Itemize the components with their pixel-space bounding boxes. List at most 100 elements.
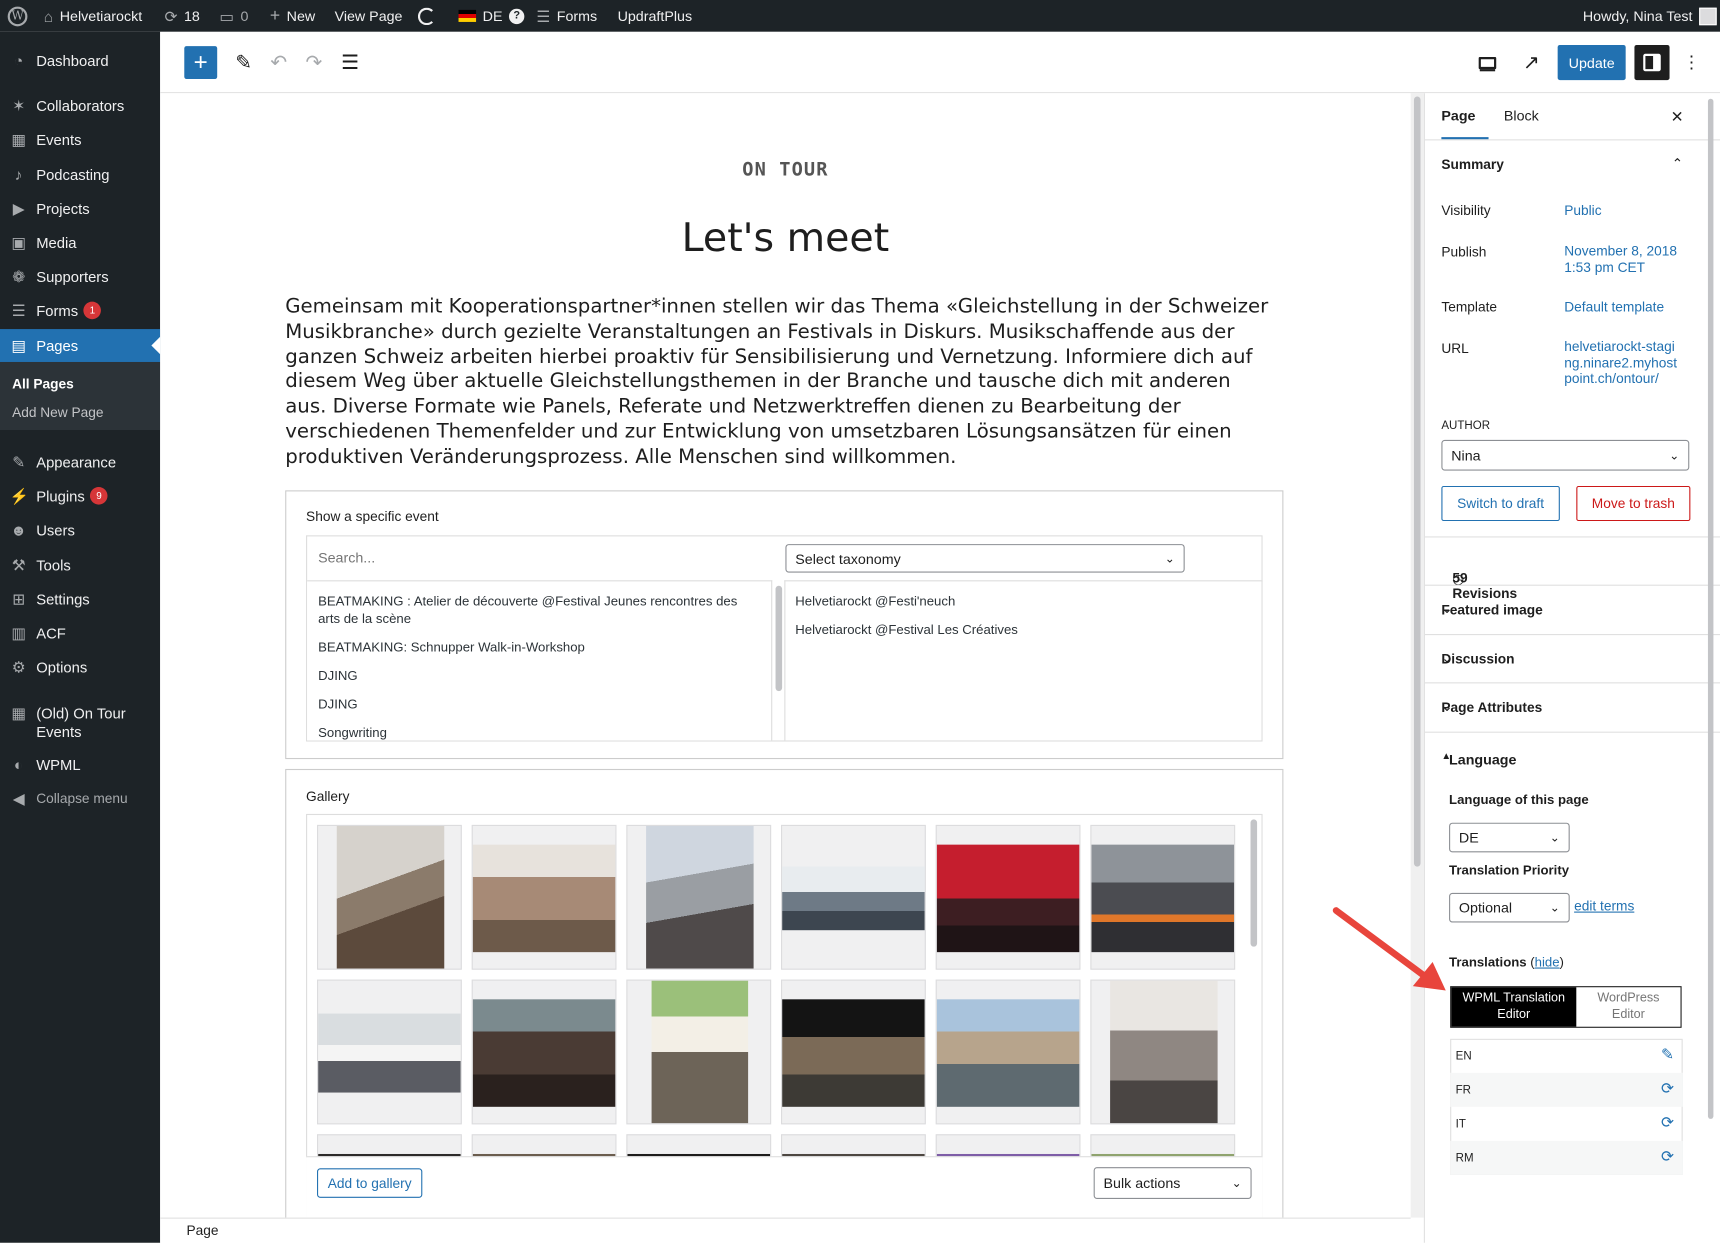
gallery-thumbnail[interactable] [317, 824, 462, 970]
gallery-block[interactable]: Gallery Add to gallery Bulk actions ⌄ [285, 768, 1284, 1218]
sidebar-item-forms[interactable]: ☰ Forms 1 [0, 294, 160, 327]
gallery-thumbnail[interactable] [781, 824, 926, 970]
updates-link[interactable]: ⟳ 18 [165, 0, 200, 32]
events-scrollbar[interactable] [775, 585, 783, 692]
sidebar-item-pages[interactable]: ▤ Pages [0, 329, 161, 362]
translation-row-en[interactable]: EN ✎ [1450, 1039, 1683, 1073]
gallery-thumbnail[interactable] [317, 979, 462, 1125]
submenu-add-new-page[interactable]: Add New Page [12, 405, 103, 420]
redo-button[interactable]: ↷ [301, 46, 327, 79]
preview-button[interactable] [1472, 46, 1503, 79]
list-item[interactable]: BEATMAKING: Schnupper Walk-in-Workshop [318, 638, 757, 656]
breadcrumb[interactable]: Page [186, 1223, 218, 1238]
edit-terms-link[interactable]: edit terms [1574, 898, 1634, 913]
gallery-thumbnail[interactable] [935, 979, 1081, 1125]
sidebar-item-acf[interactable]: ▥ ACF [0, 616, 160, 649]
visibility-value[interactable]: Public [1564, 203, 1601, 218]
triangle-up-icon[interactable]: ▲ [1441, 750, 1703, 761]
revisions-row[interactable]: ◷ 59 Revisions [1424, 536, 1720, 601]
author-select[interactable]: Nina ⌄ [1441, 439, 1690, 471]
seo-icon[interactable] [417, 0, 436, 32]
list-item[interactable]: DJING [318, 667, 757, 685]
wpml-translation-editor-button[interactable]: WPML Translation Editor [1451, 987, 1577, 1027]
sidebar-item-settings[interactable]: ⊞ Settings [0, 582, 160, 615]
sidebar-item-tools[interactable]: ⚒ Tools [0, 548, 160, 581]
bulk-actions-select[interactable]: Bulk actions ⌄ [1093, 1167, 1252, 1199]
view-page-link[interactable]: View Page [335, 0, 403, 32]
list-item[interactable]: DJING [318, 695, 757, 713]
sidebar-item-dashboard[interactable]: ◔ Dashboard [0, 44, 160, 77]
refresh-icon[interactable]: ⟳ [1661, 1113, 1674, 1132]
update-button[interactable]: Update [1557, 44, 1626, 81]
wordpress-logo-icon[interactable]: W [7, 0, 28, 32]
hide-translations-link[interactable]: hide [1535, 954, 1560, 969]
page-attributes-section[interactable]: Page Attributes ⌄ [1424, 682, 1720, 730]
event-selector-block[interactable]: Show a specific event Search... Select t… [285, 490, 1284, 760]
sidebar-item-appearance[interactable]: ✎ Appearance [0, 445, 160, 478]
sidebar-item-events[interactable]: ▦ Events [0, 123, 160, 156]
refresh-icon[interactable]: ⟳ [1661, 1079, 1674, 1098]
translation-priority-select[interactable]: Optional ⌄ [1449, 892, 1570, 923]
translation-row-fr[interactable]: FR ⟳ [1450, 1072, 1683, 1107]
translation-row-rm[interactable]: RM ⟳ [1450, 1140, 1683, 1175]
view-page-external-button[interactable]: ↗ [1516, 46, 1547, 79]
comments-link[interactable]: ▭ 0 [219, 0, 248, 32]
panel-scrollbar[interactable] [1707, 98, 1714, 1119]
sidebar-collapse-menu[interactable]: ◀ Collapse menu [0, 782, 160, 815]
sidebar-item-plugins[interactable]: ⚡ Plugins 9 [0, 479, 160, 512]
list-item[interactable]: BEATMAKING : Atelier de découverte @Fest… [318, 592, 757, 627]
intro-paragraph[interactable]: Gemeinsam mit Kooperationspartner*innen … [285, 295, 1272, 470]
sidebar-item-projects[interactable]: ▶ Projects [0, 192, 160, 225]
move-to-trash-button[interactable]: Move to trash [1576, 485, 1691, 522]
sidebar-item-collaborators[interactable]: ✶ Collaborators [0, 89, 160, 122]
sidebar-item-users[interactable]: ☻ Users [0, 513, 160, 546]
updraftplus-link[interactable]: UpdraftPlus [618, 0, 693, 32]
tab-block[interactable]: Block [1504, 108, 1539, 124]
add-block-button[interactable]: + [184, 46, 218, 79]
wordpress-editor-button[interactable]: WordPress Editor [1576, 987, 1680, 1026]
gallery-thumbnail[interactable] [626, 824, 772, 970]
refresh-icon[interactable]: ⟳ [1661, 1147, 1674, 1166]
language-switcher[interactable]: DE ? [458, 0, 525, 32]
taxonomy-select[interactable]: Select taxonomy ⌄ [785, 544, 1185, 573]
tab-page[interactable]: Page [1441, 108, 1489, 140]
site-name-link[interactable]: ⌂ Helvetiarockt [44, 0, 142, 32]
add-to-gallery-button[interactable]: Add to gallery [317, 1168, 423, 1198]
gallery-thumbnail[interactable] [626, 979, 772, 1125]
undo-button[interactable]: ↶ [265, 46, 291, 79]
list-item[interactable]: Helvetiarockt @Festival Les Créatives [795, 622, 1018, 637]
url-value[interactable]: helvetiarockt-staging.ninare2.myhostpoin… [1564, 339, 1678, 387]
canvas-scrollbar[interactable] [1413, 96, 1421, 867]
featured-image-section[interactable]: Featured image ⌄ [1424, 584, 1720, 633]
list-item[interactable]: Songwriting [318, 724, 757, 742]
page-kicker[interactable]: ON TOUR [160, 159, 1411, 181]
template-value[interactable]: Default template [1564, 299, 1664, 314]
gallery-thumbnail[interactable] [471, 824, 617, 970]
gallery-scrollbar[interactable] [1250, 819, 1258, 947]
settings-toggle-button[interactable] [1634, 44, 1670, 81]
translation-row-it[interactable]: IT ⟳ [1450, 1107, 1683, 1141]
gallery-thumbnail[interactable] [781, 979, 926, 1125]
sidebar-item-old-on-tour-events[interactable]: ▦ (Old) On Tour Events [0, 702, 160, 746]
sidebar-item-wpml[interactable]: ◐ WPML [0, 748, 160, 781]
close-panel-button[interactable]: ✕ [1671, 108, 1684, 127]
options-menu-button[interactable]: ⋮ [1683, 46, 1701, 79]
summary-heading[interactable]: Summary [1441, 157, 1504, 172]
page-language-select[interactable]: DE ⌄ [1449, 822, 1570, 853]
submenu-all-pages[interactable]: All Pages [12, 376, 74, 391]
sidebar-item-options[interactable]: ⚙ Options [0, 650, 160, 683]
page-title[interactable]: Let's meet [160, 216, 1411, 261]
sidebar-item-podcasting[interactable]: ♪ Podcasting [0, 158, 160, 191]
discussion-section[interactable]: Discussion ⌄ [1424, 634, 1720, 682]
chevron-up-icon[interactable]: ⌃ [1672, 155, 1684, 171]
account-menu[interactable]: Howdy, Nina Test [1583, 0, 1717, 32]
gallery-thumbnail[interactable] [1090, 979, 1236, 1125]
switch-to-draft-button[interactable]: Switch to draft [1441, 485, 1560, 522]
forms-link[interactable]: ☰ Forms [536, 0, 597, 32]
document-overview-button[interactable]: ☰ [337, 46, 363, 79]
sidebar-item-supporters[interactable]: ❁ Supporters [0, 260, 160, 293]
gallery-thumbnail[interactable] [1090, 824, 1236, 970]
gallery-thumbnail[interactable] [935, 824, 1081, 970]
gallery-thumbnail[interactable] [471, 979, 617, 1125]
event-search-input[interactable]: Search... [318, 550, 375, 566]
